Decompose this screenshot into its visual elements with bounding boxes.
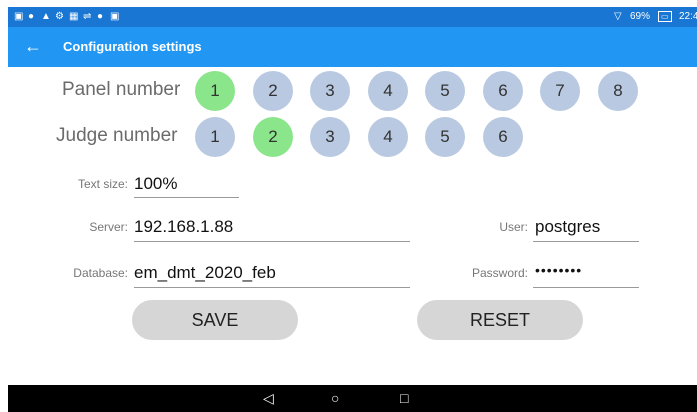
judge-3-button[interactable]: 3 bbox=[310, 117, 350, 157]
panel-8-button[interactable]: 8 bbox=[598, 71, 638, 111]
wifi-icon: ▽ bbox=[614, 11, 622, 22]
text-size-field[interactable]: 100% bbox=[134, 174, 177, 194]
photo-icon: ▣ bbox=[110, 11, 120, 22]
battery-percent: 69% bbox=[630, 11, 651, 22]
reset-button[interactable]: RESET bbox=[417, 300, 583, 340]
status-bar: ▣ ● ▲ ⚙ ▦ ⇌ ● ▣ ▽ 69% ▭ 22:4 bbox=[8, 7, 697, 27]
judge-1-button[interactable]: 1 bbox=[195, 117, 235, 157]
app-bar: ← Configuration settings bbox=[8, 27, 697, 67]
text-size-label: Text size: bbox=[77, 177, 128, 191]
panel-7-button[interactable]: 7 bbox=[540, 71, 580, 111]
server-label: Server: bbox=[89, 220, 128, 234]
battery-icon: ▭ bbox=[658, 11, 672, 22]
password-underline bbox=[533, 287, 639, 288]
text-size-underline bbox=[134, 197, 239, 198]
database-label: Database: bbox=[73, 266, 128, 280]
server-field[interactable]: 192.168.1.88 bbox=[134, 217, 233, 237]
password-field[interactable]: •••••••• bbox=[535, 262, 582, 278]
judge-4-button[interactable]: 4 bbox=[368, 117, 408, 157]
usb-icon: ⇌ bbox=[83, 11, 92, 22]
user-field[interactable]: postgres bbox=[535, 217, 600, 237]
calendar-icon: ▦ bbox=[69, 11, 79, 22]
panel-1-button[interactable]: 1 bbox=[195, 71, 235, 111]
settings-icon: ⚙ bbox=[55, 11, 64, 22]
notification-icon: ▣ bbox=[14, 11, 24, 22]
panel-2-button[interactable]: 2 bbox=[253, 71, 293, 111]
panel-3-button[interactable]: 3 bbox=[310, 71, 350, 111]
clock: 22:4 bbox=[679, 11, 697, 22]
panel-5-button[interactable]: 5 bbox=[425, 71, 465, 111]
panel-6-button[interactable]: 6 bbox=[483, 71, 523, 111]
arrow-left-icon[interactable]: ← bbox=[24, 36, 42, 56]
save-button[interactable]: SAVE bbox=[132, 300, 298, 340]
back-nav-icon[interactable]: ◁ bbox=[263, 385, 274, 412]
judge-6-button[interactable]: 6 bbox=[483, 117, 523, 157]
location-icon: ● bbox=[28, 11, 35, 22]
navigation-bar: ◁ ○ □ bbox=[8, 385, 697, 412]
warning-icon: ▲ bbox=[41, 11, 51, 22]
panel-number-label: Panel number bbox=[62, 79, 181, 100]
user-label: User: bbox=[499, 220, 528, 234]
panel-4-button[interactable]: 4 bbox=[368, 71, 408, 111]
password-label: Password: bbox=[471, 266, 528, 280]
database-underline bbox=[134, 287, 410, 288]
location-icon: ● bbox=[97, 11, 104, 22]
page-title: Configuration settings bbox=[63, 39, 202, 54]
judge-5-button[interactable]: 5 bbox=[425, 117, 465, 157]
judge-2-button[interactable]: 2 bbox=[253, 117, 293, 157]
home-nav-icon[interactable]: ○ bbox=[331, 385, 339, 412]
recents-nav-icon[interactable]: □ bbox=[400, 385, 408, 412]
server-underline bbox=[134, 241, 410, 242]
database-field[interactable]: em_dmt_2020_feb bbox=[134, 263, 276, 283]
user-underline bbox=[533, 241, 639, 242]
judge-number-label: Judge number bbox=[56, 125, 178, 146]
